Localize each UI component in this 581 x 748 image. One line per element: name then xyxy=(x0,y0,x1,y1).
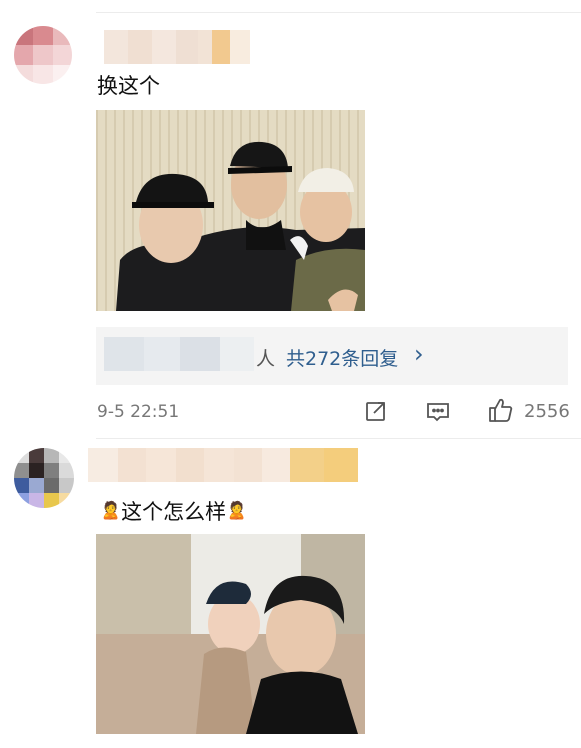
thumbs-up-icon[interactable] xyxy=(487,396,515,424)
comment-item: 🙎 这个怎么样 🙎 xyxy=(0,440,581,748)
avatar[interactable] xyxy=(14,26,72,84)
photo-three-men-in-caps xyxy=(96,110,365,311)
username-blurred[interactable] xyxy=(88,448,358,482)
reply-count-link[interactable]: 共272条回复 xyxy=(286,344,398,371)
comment-text: 这个怎么样 xyxy=(121,500,227,524)
comment-text-row: 🙎 这个怎么样 🙎 xyxy=(100,496,247,526)
reply-names-blurred xyxy=(104,337,254,371)
comment-photo[interactable] xyxy=(96,534,365,734)
username-blurred[interactable] xyxy=(104,30,250,64)
top-divider xyxy=(96,12,581,13)
emoji-left: 🙎 xyxy=(100,501,122,521)
share-icon[interactable] xyxy=(364,399,388,423)
photo-child-kissing-man xyxy=(96,534,365,734)
reply-suffix: 人 xyxy=(256,348,276,370)
comment-photo[interactable] xyxy=(96,110,365,311)
emoji-right: 🙎 xyxy=(226,501,248,521)
comment-time: 9-5 22:51 xyxy=(97,402,180,422)
comment-item: 换这个 人 共272条回复 › 9-5 22:51 2556 xyxy=(0,0,581,440)
chevron-right-icon[interactable]: › xyxy=(414,340,424,368)
like-count: 2556 xyxy=(524,401,570,422)
comment-divider xyxy=(96,438,581,439)
reply-summary[interactable]: 人 共272条回复 › xyxy=(96,327,568,385)
comment-text: 换这个 xyxy=(97,74,160,98)
comment-icon[interactable] xyxy=(425,399,451,425)
avatar[interactable] xyxy=(14,448,74,508)
